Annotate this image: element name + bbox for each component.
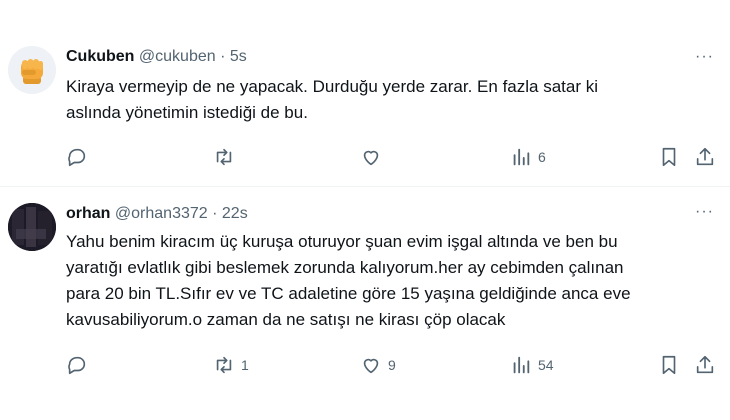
action-bar: 6 bbox=[62, 145, 722, 169]
retweet-icon bbox=[216, 148, 232, 166]
reply-button[interactable] bbox=[66, 145, 94, 169]
tweet-header: Cukuben @cukuben · 5s bbox=[66, 48, 247, 66]
tweet-cukuben[interactable]: Cukuben @cukuben · 5s ··· Kiraya vermeyi… bbox=[0, 0, 730, 186]
views-count: 6 bbox=[538, 149, 546, 165]
timestamp[interactable]: 22s bbox=[222, 205, 248, 222]
tweet-text: Yahu benim kiracım üç kuruşa oturuyor şu… bbox=[66, 229, 706, 333]
action-bar: 1 9 54 bbox=[62, 353, 722, 377]
like-button[interactable] bbox=[360, 145, 388, 169]
views-icon bbox=[513, 148, 530, 166]
dark-profile-photo bbox=[8, 203, 56, 251]
share-icon bbox=[696, 355, 714, 374]
views-icon bbox=[513, 356, 530, 374]
avatar[interactable] bbox=[8, 203, 56, 251]
tweet-text-line: yaratığı evlatlık gibi beslemek zorunda … bbox=[66, 258, 624, 277]
views-count: 54 bbox=[538, 357, 554, 373]
retweet-count: 1 bbox=[241, 357, 249, 373]
share-button[interactable] bbox=[694, 145, 716, 169]
timestamp[interactable]: 5s bbox=[230, 48, 247, 65]
reply-icon bbox=[68, 148, 86, 167]
more-options-icon[interactable]: ··· bbox=[695, 203, 714, 221]
retweet-button[interactable]: 1 bbox=[213, 353, 249, 377]
tweet-text-line: Kiraya vermeyip de ne yapacak. Durduğu y… bbox=[66, 77, 598, 96]
user-handle[interactable]: @orhan3372 bbox=[115, 205, 208, 222]
separator-dot: · bbox=[212, 205, 218, 222]
more-options-icon[interactable]: ··· bbox=[695, 48, 714, 66]
like-button[interactable]: 9 bbox=[360, 353, 396, 377]
retweet-button[interactable] bbox=[213, 145, 241, 169]
like-count: 9 bbox=[388, 357, 396, 373]
views-button[interactable]: 6 bbox=[510, 145, 546, 169]
share-button[interactable] bbox=[694, 353, 716, 377]
fist-emoji-icon bbox=[8, 46, 56, 94]
avatar[interactable] bbox=[8, 46, 56, 94]
user-handle[interactable]: @cukuben bbox=[139, 48, 216, 65]
reply-icon bbox=[68, 356, 86, 375]
share-icon bbox=[696, 147, 714, 166]
tweet-text-line: para 20 bin TL.Sıfır ev ve TC adaletine … bbox=[66, 284, 631, 303]
like-icon bbox=[363, 150, 379, 166]
bookmark-icon bbox=[662, 147, 676, 167]
bookmark-button[interactable] bbox=[658, 145, 680, 169]
tweet-text-line: aslında yönetimin istediği de bu. bbox=[66, 103, 308, 122]
display-name[interactable]: orhan bbox=[66, 205, 110, 222]
retweet-icon bbox=[216, 356, 232, 374]
bookmark-button[interactable] bbox=[658, 353, 680, 377]
tweet-text: Kiraya vermeyip de ne yapacak. Durduğu y… bbox=[66, 74, 706, 126]
separator-dot: · bbox=[220, 48, 226, 65]
tweet-orhan[interactable]: orhan @orhan3372 · 22s ··· Yahu benim ki… bbox=[0, 187, 730, 420]
bookmark-icon bbox=[662, 355, 676, 375]
views-button[interactable]: 54 bbox=[510, 353, 554, 377]
reply-button[interactable] bbox=[66, 353, 94, 377]
tweet-text-line: kavusabiliyorum.o zaman da ne satışı ne … bbox=[66, 310, 506, 329]
display-name[interactable]: Cukuben bbox=[66, 48, 134, 65]
tweet-text-line: Yahu benim kiracım üç kuruşa oturuyor şu… bbox=[66, 232, 618, 251]
tweet-header: orhan @orhan3372 · 22s bbox=[66, 205, 248, 223]
like-icon bbox=[363, 358, 379, 374]
